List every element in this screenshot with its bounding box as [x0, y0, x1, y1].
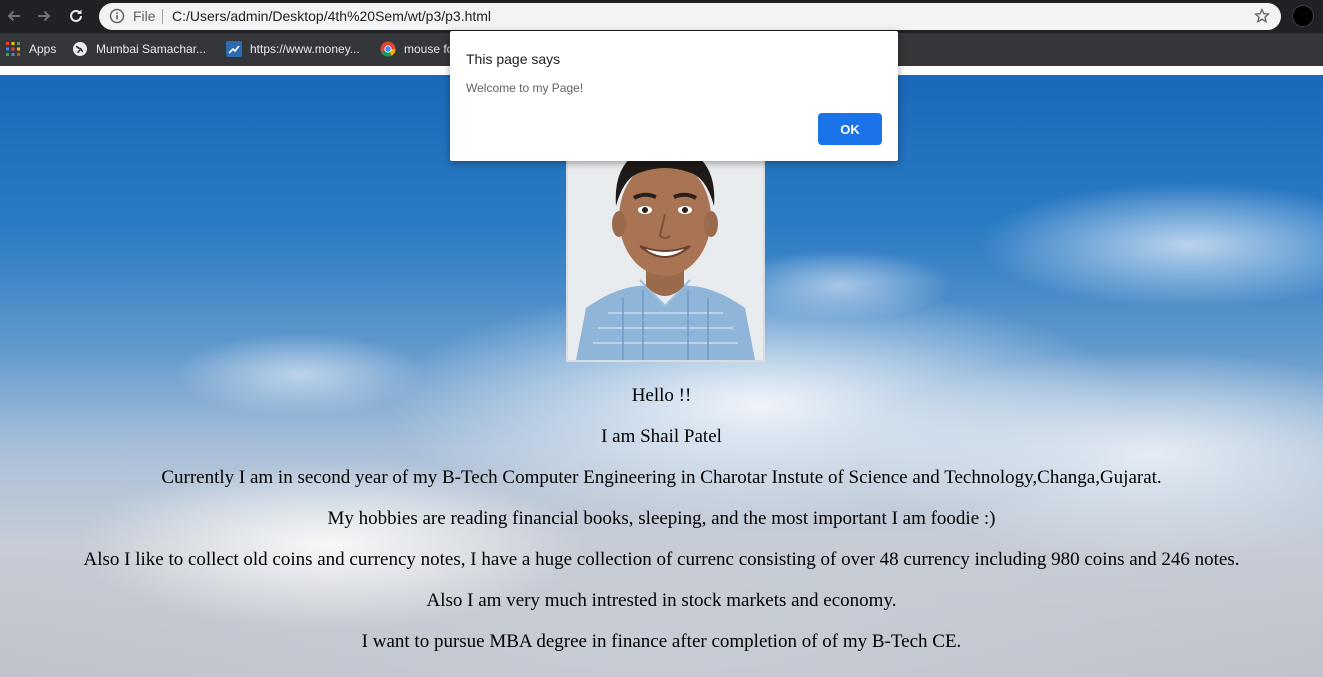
forward-arrow-icon — [38, 10, 51, 22]
collection-text: Also I like to collect old coins and cur… — [83, 549, 1240, 570]
dialog-title: This page says — [466, 51, 561, 67]
bookmark-label: mouse fo — [404, 42, 454, 56]
browser-toolbar: File C:/Users/admin/Desktop/4th%20Sem/wt… — [0, 0, 1323, 33]
name-text: I am Shail Patel — [601, 426, 722, 447]
apps-grid-icon — [5, 41, 21, 57]
scheme-label: File — [133, 8, 156, 24]
forward-button[interactable] — [32, 4, 56, 28]
chrome-icon — [380, 41, 396, 57]
interests-text: Also I am very much intrested in stock m… — [426, 590, 897, 611]
back-button[interactable] — [2, 4, 26, 28]
dialog-message: Welcome to my Page! — [466, 81, 584, 95]
education-text: Currently I am in second year of my B-Te… — [161, 467, 1162, 488]
bookmark-star-icon[interactable] — [1254, 8, 1270, 24]
bookmark-apps[interactable]: Apps — [5, 40, 56, 58]
profile-avatar[interactable] — [1292, 5, 1314, 27]
bookmark-label: Mumbai Samachar... — [96, 42, 207, 56]
bio-text-block: Hello !! I am Shail Patel Currently I am… — [0, 384, 1323, 671]
bookmark-label: https://www.money... — [250, 42, 360, 56]
ok-button[interactable]: OK — [818, 113, 882, 145]
url-text[interactable]: C:/Users/admin/Desktop/4th%20Sem/wt/p3/p… — [172, 8, 491, 25]
reload-button[interactable] — [64, 4, 88, 28]
alert-dialog: This page says Welcome to my Page! OK — [450, 31, 898, 161]
info-icon[interactable] — [109, 8, 125, 24]
bookmark-label: Apps — [29, 42, 57, 56]
omnibox-divider — [162, 9, 163, 24]
reload-icon — [70, 9, 82, 22]
profile-photo — [566, 126, 765, 362]
goal-text: I want to pursue MBA degree in finance a… — [361, 631, 962, 652]
greeting-text: Hello !! — [631, 385, 692, 406]
bookmark-mouse[interactable]: mouse fo — [380, 40, 453, 58]
hobbies-text: My hobbies are reading financial books, … — [327, 508, 996, 529]
moneycontrol-icon — [226, 41, 242, 57]
bookmark-mumbai-samachar[interactable]: Mumbai Samachar... — [72, 40, 206, 58]
address-bar[interactable]: File C:/Users/admin/Desktop/4th%20Sem/wt… — [99, 3, 1281, 30]
back-arrow-icon — [7, 10, 20, 22]
globe-icon — [72, 41, 88, 57]
bookmark-moneycontrol[interactable]: https://www.money... — [226, 40, 360, 58]
